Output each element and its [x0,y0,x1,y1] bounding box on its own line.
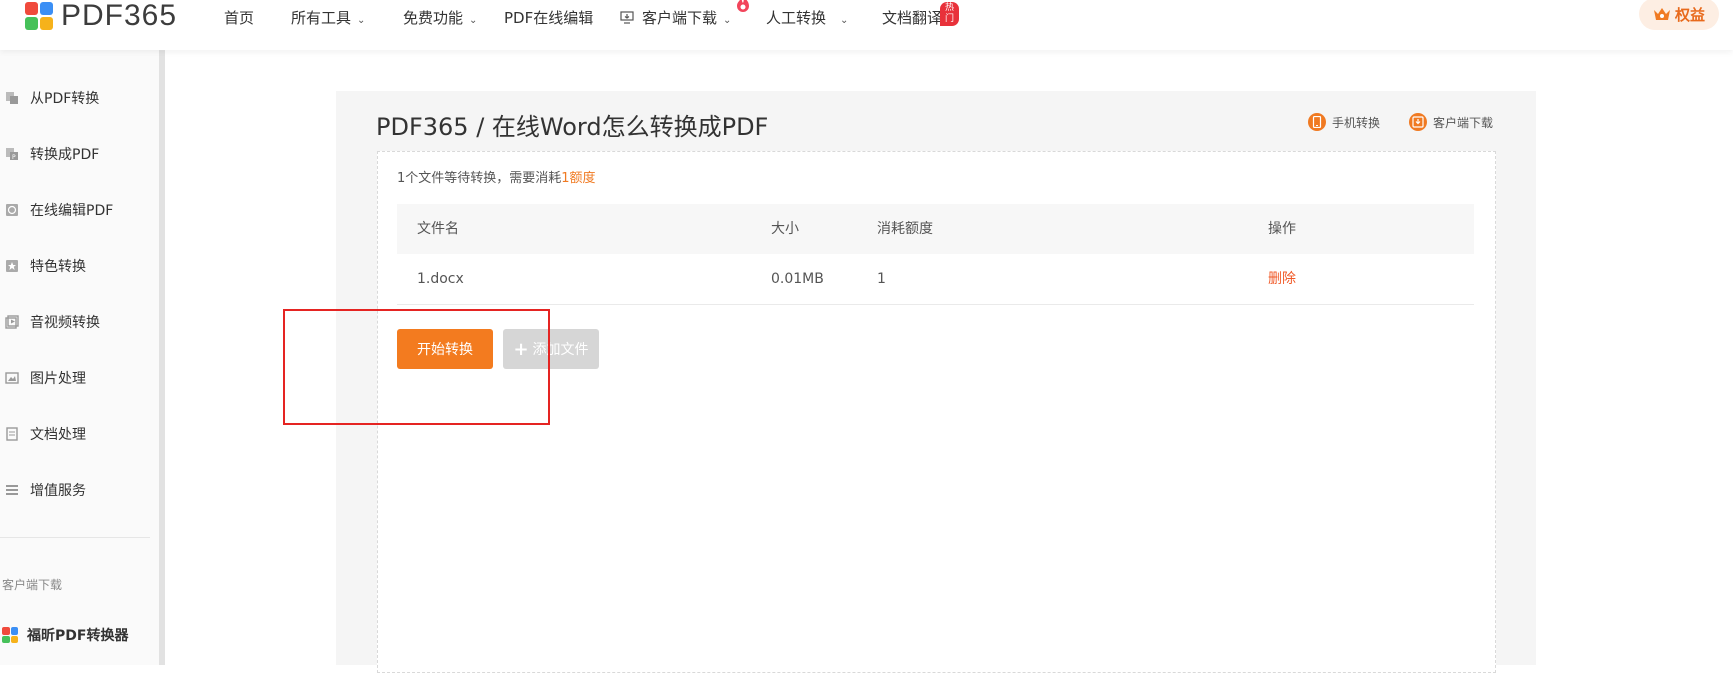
nav-client-download-label: 客户端下载 [642,9,718,27]
nav-home[interactable]: 首页 [224,7,254,28]
sidebar: 从PDF转换 P 转换成PDF 在线编辑PDF 特色转换 音视频转换 图片处理 … [0,50,160,665]
monitor-download-icon [620,11,634,24]
nav-manual-convert-label: 人工转换 [766,9,827,27]
chevron-down-icon: ⌄ [469,15,478,26]
download-icon [1409,113,1427,131]
info-text: 1个文件等待转换，需要消耗 [397,171,562,186]
sidebar-separator [0,537,150,538]
svg-text:P: P [12,154,16,161]
sidebar-item-document-process[interactable]: 文档处理 [0,419,155,449]
breadcrumb: PDF365 / 在线Word怎么转换成PDF [376,113,769,141]
sidebar-item-label: 特色转换 [30,259,86,275]
client-app-link[interactable]: 福昕PDF转换器 [2,625,128,645]
conversion-info: 1个文件等待转换，需要消耗1额度 [397,167,596,186]
delete-button[interactable]: 删除 [1268,254,1296,304]
client-app-label: 福昕PDF转换器 [27,628,129,644]
rights-button[interactable]: 权益 [1639,0,1719,30]
to-pdf-icon: P [4,146,20,162]
file-name: 1.docx [417,271,464,287]
nav-free-features-label: 免费功能 [403,9,464,27]
sidebar-item-media-convert[interactable]: 音视频转换 [0,307,155,337]
nav-all-tools[interactable]: 所有工具 ⌄ [291,7,365,28]
nav-pdf-online-edit[interactable]: PDF在线编辑 [504,7,593,28]
edit-pdf-icon [4,202,20,218]
logo-text: PDF365 [61,0,178,32]
nav-free-features[interactable]: 免费功能 ⌄ [403,7,477,28]
nav-manual-convert[interactable]: 人工转换 ⌄ [766,7,848,28]
sidebar-item-label: 图片处理 [30,371,86,387]
nav-client-download[interactable]: 客户端下载 ⌄ [620,7,731,28]
from-pdf-icon [4,90,20,106]
top-header: PDF365 首页 所有工具 ⌄ 免费功能 ⌄ PDF在线编辑 客户端下载 ⌄ [0,0,1733,50]
value-service-icon [4,482,20,498]
sidebar-item-label: 文档处理 [30,427,86,443]
sidebar-item-to-pdf[interactable]: P 转换成PDF [0,139,155,169]
sidebar-item-label: 音视频转换 [30,315,100,331]
sidebar-item-special-convert[interactable]: 特色转换 [0,251,155,281]
image-process-icon [4,370,20,386]
sidebar-item-label: 增值服务 [30,483,86,499]
logo[interactable]: PDF365 [25,0,177,32]
column-header-size: 大小 [771,221,799,237]
info-credits: 1额度 [561,171,596,186]
special-convert-icon [4,258,20,274]
media-convert-icon [4,314,20,330]
mobile-convert-link[interactable]: 手机转换 [1308,113,1380,131]
hot-badge: 热门 [940,2,960,26]
column-header-filename: 文件名 [417,221,459,237]
chevron-down-icon: ⌄ [357,15,366,26]
sidebar-item-image-process[interactable]: 图片处理 [0,363,155,393]
sidebar-scrollbar[interactable] [159,50,165,665]
sidebar-item-label: 从PDF转换 [30,91,100,107]
mobile-icon [1308,113,1326,131]
client-download-caption: 客户端下载 [2,578,63,592]
column-header-action: 操作 [1268,221,1296,237]
client-download-label: 客户端下载 [1433,115,1494,130]
sidebar-item-label: 在线编辑PDF [30,203,114,219]
nav-home-label: 首页 [224,9,255,27]
nav-all-tools-label: 所有工具 [291,9,352,27]
table-header: 文件名 大小 消耗额度 操作 [397,204,1474,254]
sidebar-item-value-service[interactable]: 增值服务 [0,475,155,505]
mobile-convert-label: 手机转换 [1332,115,1381,130]
chevron-down-icon: ⌄ [723,15,732,26]
document-process-icon [4,426,20,442]
file-table: 文件名 大小 消耗额度 操作 1.docx 0.01MB 1 删除 [397,204,1474,305]
nav-pdf-online-edit-label: PDF在线编辑 [504,9,594,27]
sidebar-item-edit-pdf[interactable]: 在线编辑PDF [0,195,155,225]
client-download-link[interactable]: 客户端下载 [1409,113,1493,131]
logo-mark-icon [25,2,53,30]
rights-label: 权益 [1674,5,1705,24]
nav-doc-translate-label: 文档翻译 [882,9,943,27]
column-header-credits: 消耗额度 [877,221,933,237]
annotation-highlight-box [283,309,550,425]
file-credits: 1 [877,271,886,287]
app-logo-icon [2,627,18,643]
crown-icon [1653,8,1670,20]
table-row: 1.docx 0.01MB 1 删除 [397,254,1474,305]
file-size: 0.01MB [771,271,824,287]
sidebar-item-from-pdf[interactable]: 从PDF转换 [0,83,155,113]
fire-icon [737,0,749,12]
chevron-down-icon: ⌄ [840,15,849,26]
sidebar-item-label: 转换成PDF [30,147,100,163]
nav-doc-translate[interactable]: 文档翻译 [882,7,942,28]
